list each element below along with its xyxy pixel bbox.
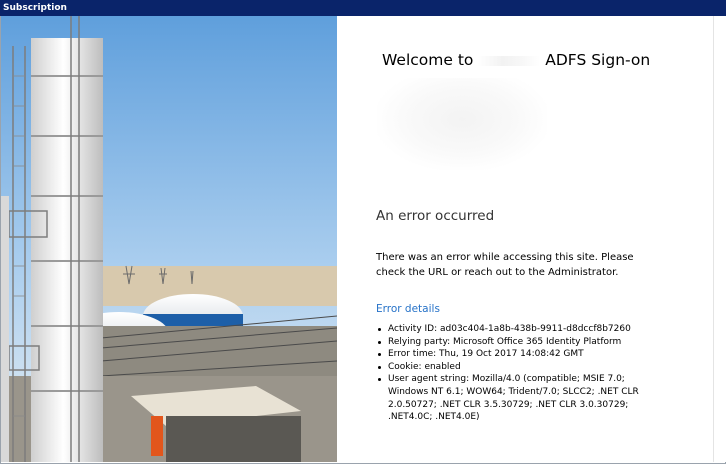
error-detail-cookie: Cookie: enabled xyxy=(376,361,648,374)
error-detail-activity-id: Activity ID: ad03c404-1a8b-438b-9911-d8d… xyxy=(376,323,648,336)
sign-on-panel: Welcome to ADFS Sign-on An error occurre… xyxy=(337,16,713,462)
error-details-link[interactable]: Error details xyxy=(376,303,440,315)
error-detail-error-time: Error time: Thu, 19 Oct 2017 14:08:42 GM… xyxy=(376,348,648,361)
redacted-logo xyxy=(377,78,547,170)
error-detail-user-agent: User agent string: Mozilla/4.0 (compatib… xyxy=(376,373,648,423)
window-title: Subscription xyxy=(3,3,67,13)
redacted-organization-name xyxy=(478,55,541,66)
industrial-plant-illustration xyxy=(1,16,337,462)
error-description: There was an error while accessing this … xyxy=(376,252,634,278)
scrollbar-track[interactable] xyxy=(713,16,726,462)
welcome-prefix: Welcome to xyxy=(382,51,474,69)
error-title: An error occurred xyxy=(376,208,495,224)
welcome-suffix: ADFS Sign-on xyxy=(545,51,651,69)
window-title-bar: Subscription xyxy=(0,0,726,16)
error-details-list: Activity ID: ad03c404-1a8b-438b-9911-d8d… xyxy=(376,323,648,424)
welcome-heading: Welcome to ADFS Sign-on xyxy=(382,51,650,69)
error-detail-relying-party: Relying party: Microsoft Office 365 Iden… xyxy=(376,336,648,349)
